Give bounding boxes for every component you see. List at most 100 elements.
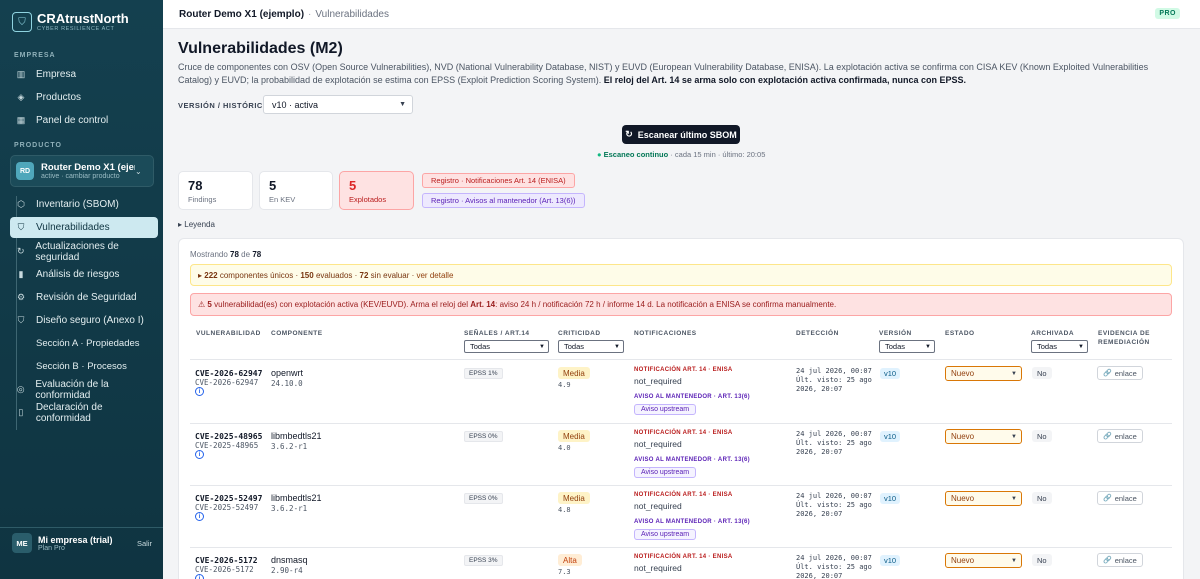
info-icon[interactable]: i <box>195 512 204 521</box>
sidebar-item-empresa[interactable]: ▥ Empresa <box>10 64 158 85</box>
legend-toggle[interactable]: ▸ Leyenda <box>178 220 215 229</box>
info-icon[interactable]: i <box>195 574 204 579</box>
detection-date: 24 jul 2026, 00:07 Últ. visto: 25 ago 202… <box>796 367 876 394</box>
grid-icon: ▦ <box>16 115 26 125</box>
cube-icon: ⬡ <box>17 199 25 209</box>
scan-status-label: Escaneo continuo <box>603 150 669 159</box>
view-detail-link[interactable]: ver detalle <box>416 271 453 280</box>
link-icon: 🔗 <box>1103 433 1112 440</box>
cve-id[interactable]: CVE-2026-62947 <box>195 369 262 378</box>
sidebar: ⛉ CRAtrustNorth CYBER RESILIENCE ACT EMP… <box>0 0 163 579</box>
brand-logo[interactable]: ⛉ CRAtrustNorth CYBER RESILIENCE ACT <box>12 12 129 32</box>
alert-count: 5 <box>207 300 212 309</box>
sidebar-item-inventario[interactable]: ⬡ Inventario (SBOM) <box>10 194 158 215</box>
product-switcher[interactable]: RD Router Demo X1 (ejem... active · camb… <box>10 155 154 187</box>
status-select[interactable]: Nuevo ▼ <box>945 553 1022 568</box>
notif-maintainer-label: AVISO AL MANTENEDOR · ART. 13(6) <box>634 519 750 525</box>
alert-count: 222 <box>204 270 218 280</box>
sidebar-item-diseno[interactable]: ⛉ Diseño seguro (Anexo I) <box>10 310 158 331</box>
sidebar-item-label: Diseño seguro (Anexo I) <box>36 315 144 326</box>
evidence-link-button[interactable]: 🔗 enlace <box>1097 429 1143 443</box>
col-header-detection: DETECCIÓN <box>796 330 839 337</box>
version-select[interactable]: v10 · activa ▼ <box>263 95 413 114</box>
brand-tagline: CYBER RESILIENCE ACT <box>37 26 115 32</box>
sidebar-item-label: Panel de control <box>36 115 109 126</box>
sidebar-item-seccion-b[interactable]: Sección B · Procesos <box>24 356 158 377</box>
version-label: VERSIÓN / HISTÓRICO <box>178 101 270 110</box>
cve-id[interactable]: CVE-2025-48965 <box>195 432 262 441</box>
detection-date: 24 jul 2026, 00:07 Últ. visto: 25 ago 202… <box>796 430 876 457</box>
sidebar-item-panel[interactable]: ▦ Panel de control <box>10 110 158 131</box>
filter-archived[interactable]: Todas ▼ <box>1031 340 1088 353</box>
refresh-icon: ↻ <box>625 129 633 139</box>
cve-id[interactable]: CVE-2026-5172 <box>195 556 258 565</box>
sidebar-item-actualizaciones[interactable]: ↻ Actualizaciones de seguridad <box>10 241 158 263</box>
registry-maintainer-button[interactable]: Registro · Avisos al mantenedor (Art. 13… <box>422 193 585 208</box>
status-select[interactable]: Nuevo ▼ <box>945 429 1022 444</box>
chevron-down-icon: ▼ <box>1011 370 1017 377</box>
detected-at: 24 jul 2026, 00:07 <box>796 367 872 375</box>
table-row: CVE-2025-48965 CVE-2025-48965 i libmbedt… <box>190 424 1172 486</box>
chevron-down-icon: ▼ <box>539 343 545 350</box>
detection-date: 24 jul 2026, 00:07 Últ. visto: 25 ago 202… <box>796 554 876 579</box>
product-name: Router Demo X1 (ejem... <box>41 162 135 173</box>
evidence-link-button[interactable]: 🔗 enlace <box>1097 553 1143 567</box>
status-select[interactable]: Nuevo ▼ <box>945 366 1022 381</box>
sidebar-item-evaluacion[interactable]: ◎ Evaluación de la conformidad <box>10 379 158 401</box>
filter-criticality[interactable]: Todas ▼ <box>558 340 624 353</box>
status-value: Nuevo <box>951 369 975 378</box>
sidebar-item-vulnerabilidades[interactable]: ⛉ Vulnerabilidades <box>10 217 158 238</box>
filter-signals[interactable]: Todas ▼ <box>464 340 549 353</box>
archived-badge: No <box>1032 492 1052 504</box>
severity-badge: Media <box>558 492 590 504</box>
epss-badge: EPSS 0% <box>464 493 503 504</box>
info-icon[interactable]: i <box>195 450 204 459</box>
logout-button[interactable]: Salir <box>137 539 152 548</box>
component-name: libmbedtls21 <box>271 493 322 503</box>
component-version: 2.90-r4 <box>271 566 303 575</box>
notif-enisa-label: NOTIFICACIÓN ART. 14 · ENISA <box>634 430 733 436</box>
legend-label: Leyenda <box>184 220 215 229</box>
upstream-notice-button[interactable]: Aviso upstream <box>634 404 697 415</box>
filter-version[interactable]: Todas ▼ <box>879 340 935 353</box>
notif-enisa-label: NOTIFICACIÓN ART. 14 · ENISA <box>634 367 733 373</box>
avatar: ME <box>12 533 32 553</box>
stat-label: En KEV <box>269 195 296 204</box>
evidence-link-button[interactable]: 🔗 enlace <box>1097 491 1143 505</box>
shield-icon: ⛉ <box>12 12 32 32</box>
evidence-link-button[interactable]: 🔗 enlace <box>1097 366 1143 380</box>
info-icon[interactable]: i <box>195 387 204 396</box>
scan-sbom-button[interactable]: ↻ Escanear último SBOM <box>622 125 740 144</box>
upstream-notice-button[interactable]: Aviso upstream <box>634 467 697 478</box>
sidebar-item-label: Vulnerabilidades <box>36 222 110 233</box>
sidebar-item-productos[interactable]: ◈ Productos <box>10 87 158 108</box>
registry-enisa-button[interactable]: Registro · Notificaciones Art. 14 (ENISA… <box>422 173 575 188</box>
description-emphasis: El reloj del Art. 14 se arma solo con ex… <box>603 74 966 85</box>
alert-article: Art. 14 <box>470 300 496 309</box>
status-value: Nuevo <box>951 494 975 503</box>
component-version: 24.10.0 <box>271 379 303 388</box>
breadcrumb-product[interactable]: Router Demo X1 (ejemplo) <box>179 9 304 20</box>
epss-badge: EPSS 3% <box>464 555 503 566</box>
col-header-status: ESTADO <box>945 330 975 337</box>
cve-id[interactable]: CVE-2025-52497 <box>195 494 262 503</box>
upstream-notice-button[interactable]: Aviso upstream <box>634 529 697 540</box>
chevron-down-icon: ▼ <box>1011 495 1017 502</box>
sidebar-item-revision[interactable]: ⚙ Revisión de Seguridad <box>10 287 158 308</box>
divider <box>190 359 1172 360</box>
user-menu: ME Mi empresa (trial) Plan Pro Salir <box>12 533 152 553</box>
status-select[interactable]: Nuevo ▼ <box>945 491 1022 506</box>
archived-badge: No <box>1032 367 1052 379</box>
shield-check-icon: ⛉ <box>17 315 25 325</box>
chevron-down-icon: ▼ <box>1078 343 1084 350</box>
result-count-of: de <box>241 250 251 259</box>
sidebar-item-seccion-a[interactable]: Sección A · Propiedades <box>24 333 158 354</box>
col-header-evidence-line2: REMEDIACIÓN <box>1098 339 1150 346</box>
sidebar-item-riesgos[interactable]: ▮ Análisis de riesgos <box>10 264 158 285</box>
product-avatar: RD <box>16 162 34 180</box>
sidebar-item-declaracion[interactable]: ▯ Declaración de conformidad <box>10 402 158 424</box>
stat-label: Explotados <box>349 195 387 204</box>
stat-findings: 78 Findings <box>178 171 253 210</box>
sidebar-item-label: Sección A · Propiedades <box>36 338 140 349</box>
notif-maintainer-label: AVISO AL MANTENEDOR · ART. 13(6) <box>634 457 750 463</box>
